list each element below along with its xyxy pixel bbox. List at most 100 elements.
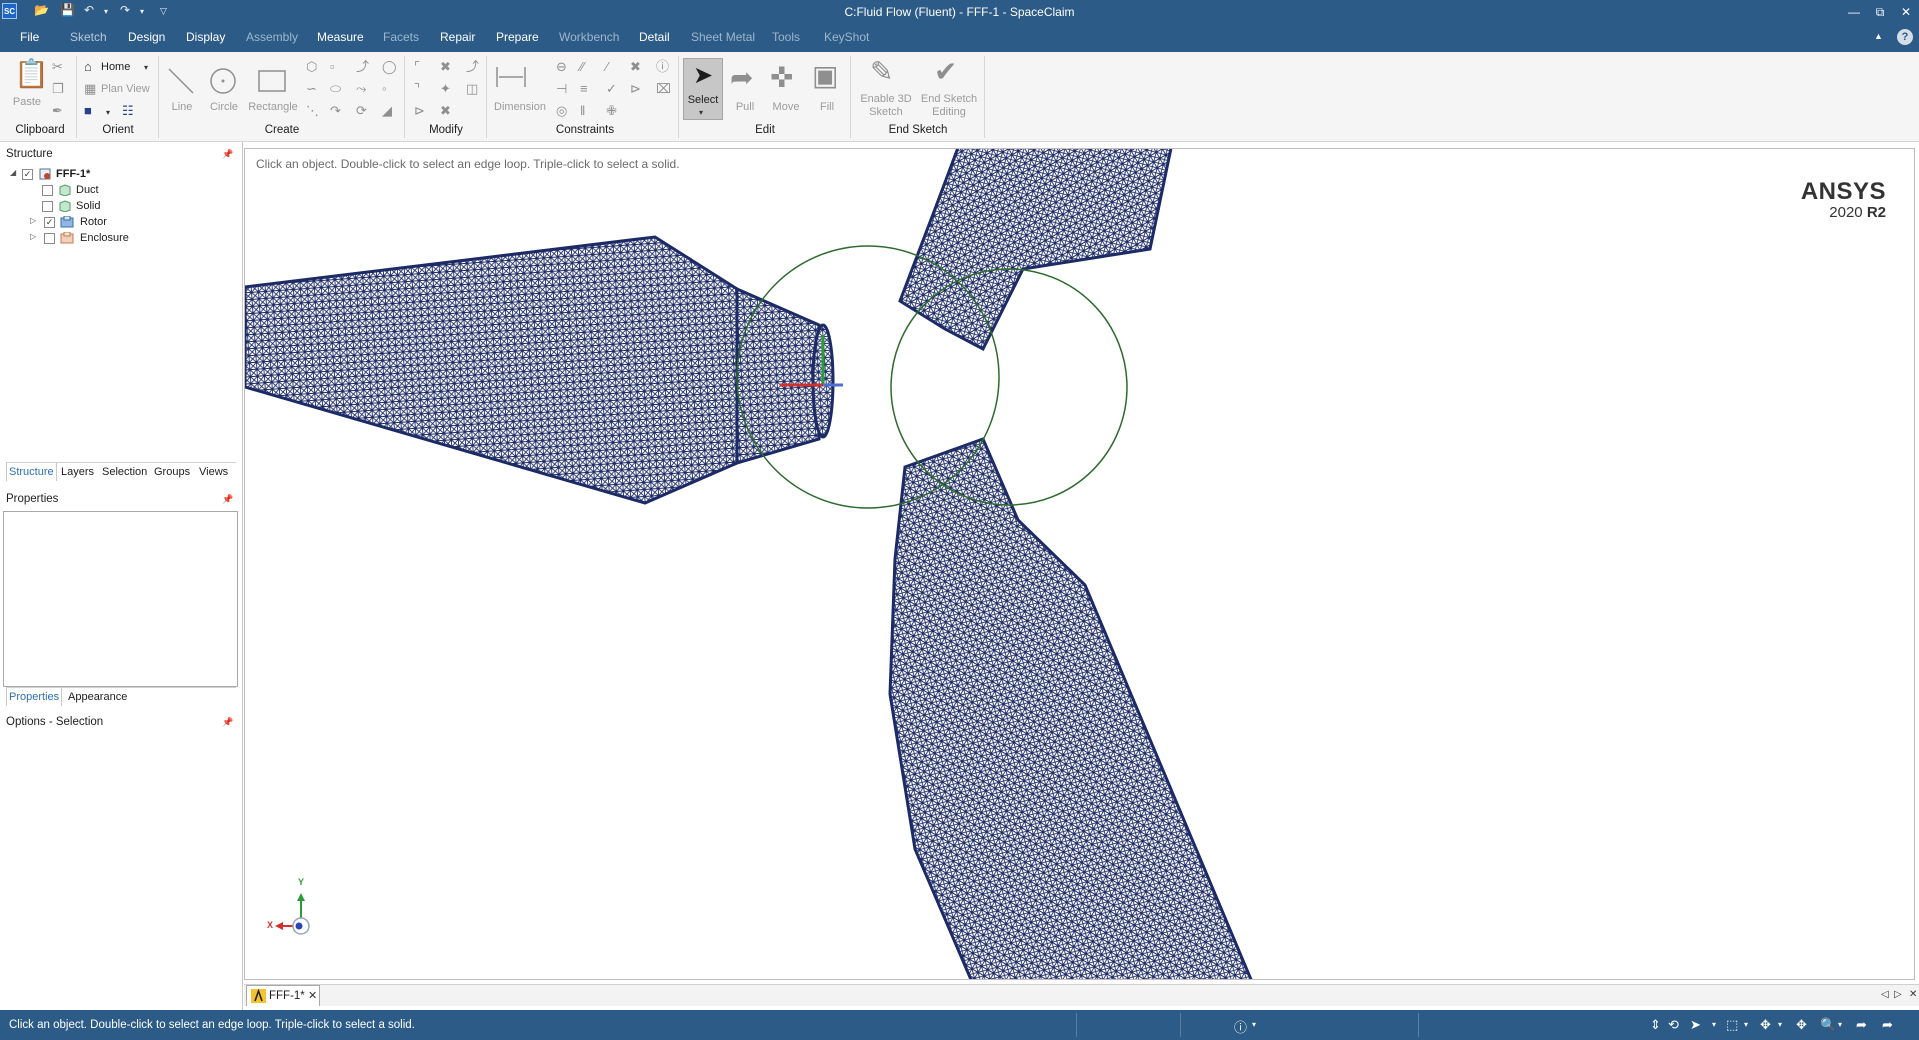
pin-icon[interactable]: 📌 [222, 149, 233, 160]
tangent-arc-icon[interactable]: ▫ [330, 60, 335, 73]
tab-facets[interactable]: Facets [383, 30, 419, 44]
ellipse-icon[interactable]: ◯ [382, 60, 397, 73]
tab-views[interactable]: Views [199, 466, 228, 478]
tab-appearance[interactable]: Appearance [68, 691, 127, 703]
slot-icon[interactable]: ⬭ [330, 82, 341, 95]
tab-display[interactable]: Display [186, 30, 225, 44]
enable-3d-sketch-button-line2[interactable]: Sketch [856, 106, 916, 118]
fill-button[interactable]: Fill [812, 101, 842, 113]
visibility-checkbox[interactable] [42, 185, 53, 196]
select-arrow-icon[interactable]: ➤ [693, 62, 713, 90]
close-tab-icon[interactable]: ✕ [308, 989, 317, 1002]
circle-button[interactable]: Circle [204, 101, 244, 113]
dimension-button[interactable]: Dimension [490, 101, 550, 113]
select-button[interactable]: Select [683, 94, 723, 106]
tab-selection[interactable]: Selection [102, 466, 147, 478]
collapse-ribbon-icon[interactable]: ▲ [1874, 31, 1883, 41]
home-button[interactable]: Home [101, 61, 130, 73]
horizontal-constraint-icon[interactable]: ⊖ [556, 60, 567, 73]
tab-detail[interactable]: Detail [639, 30, 670, 44]
tab-prepare[interactable]: Prepare [496, 30, 539, 44]
tab-design[interactable]: Design [128, 30, 165, 44]
midpoint-icon[interactable]: ⊣ [556, 82, 567, 95]
end-sketch-check-icon[interactable]: ✔ [934, 58, 957, 86]
box-select-dropdown-icon[interactable]: ▾ [1744, 1020, 1748, 1029]
format-painter-icon[interactable]: ✒ [52, 104, 63, 117]
remove-constraint-icon[interactable]: ⌧ [656, 82, 671, 95]
tab-tools[interactable]: Tools [772, 30, 800, 44]
point-icon[interactable]: ◦ [382, 82, 387, 95]
split-curve-icon[interactable]: ⤴ [466, 60, 479, 73]
concentric-icon[interactable]: ◎ [556, 104, 567, 117]
paste-icon[interactable]: 📋 [14, 60, 49, 88]
symmetric-icon[interactable]: ⊳ [630, 82, 641, 95]
home-icon[interactable]: ⌂ [84, 60, 92, 73]
plan-view-button[interactable]: Plan View [101, 83, 150, 95]
visibility-checkbox[interactable]: ✓ [44, 217, 55, 228]
help-icon[interactable]: ? [1897, 29, 1913, 45]
move-view-icon[interactable]: ✥ [1796, 1017, 1807, 1033]
close-doc-icon[interactable]: ✕ [1909, 989, 1917, 1000]
line-icon[interactable] [166, 66, 196, 96]
move-icon[interactable]: ✜ [770, 64, 793, 92]
shortcut-icon[interactable]: ➦ [1882, 1017, 1893, 1033]
scroll-tabs-left-icon[interactable]: ◁ [1881, 989, 1889, 1000]
create-rounded-corner-icon[interactable]: ⊳ [414, 104, 425, 117]
coincident-icon[interactable]: ∕ [606, 60, 608, 73]
tree-item-solid[interactable]: Solid [30, 200, 220, 214]
end-sketch-editing-button-line2[interactable]: Editing [918, 106, 980, 118]
tab-repair[interactable]: Repair [440, 30, 475, 44]
copy-icon[interactable]: ❐ [52, 82, 64, 95]
three-point-arc-icon[interactable]: ⤴ [356, 60, 369, 73]
pull-button[interactable]: Pull [730, 101, 760, 113]
line-button[interactable]: Line [166, 101, 198, 113]
collapse-icon[interactable]: ◢ [10, 168, 16, 177]
circle-icon[interactable] [208, 66, 238, 96]
visibility-checkbox[interactable] [42, 201, 53, 212]
pull-icon[interactable]: ➦ [730, 64, 753, 92]
pan-dropdown-icon[interactable]: ▾ [1778, 1020, 1782, 1029]
pan-icon[interactable]: ✥ [1760, 1017, 1771, 1033]
tree-item-enclosure[interactable]: ▷ Enclosure [30, 232, 220, 246]
snap-view-icon[interactable]: ☷ [122, 104, 134, 117]
tree-root[interactable]: ◢ ✓ FFF-1* [10, 168, 210, 182]
home-dropdown-icon[interactable]: ▾ [144, 61, 148, 74]
box-select-icon[interactable]: ⬚ [1726, 1017, 1738, 1033]
tree-item-duct[interactable]: Duct [30, 184, 220, 198]
tab-properties[interactable]: Properties [6, 688, 63, 706]
parallel-constraint-icon[interactable]: ∕∕ [580, 60, 584, 73]
arc-icon[interactable]: ↷ [330, 104, 341, 117]
tab-groups[interactable]: Groups [154, 466, 190, 478]
tab-keyshot[interactable]: KeyShot [824, 30, 869, 44]
dimension-icon[interactable] [494, 64, 528, 90]
offset-curve-icon[interactable]: ⌝ [414, 82, 420, 95]
doc-tab-fff-1[interactable]: FFF-1* ✕ [246, 985, 320, 1006]
enable-3d-sketch-icon[interactable]: ✎ [870, 58, 893, 86]
tab-measure[interactable]: Measure [317, 30, 364, 44]
model-canvas[interactable] [245, 149, 1915, 980]
pin-icon[interactable]: 📌 [222, 717, 233, 728]
select-mode-icon[interactable]: ➤ [1690, 1017, 1701, 1033]
move-button[interactable]: Move [766, 101, 806, 113]
tab-assembly[interactable]: Assembly [246, 30, 298, 44]
info-icon[interactable]: ⓘ [1234, 1017, 1247, 1036]
corner-icon[interactable]: ⌜ [414, 60, 420, 73]
sweep-arc-icon[interactable]: ⤳ [356, 82, 366, 95]
tab-structure[interactable]: Structure [6, 463, 57, 481]
view-dropdown-icon[interactable]: ▾ [106, 106, 110, 119]
tangent-icon[interactable]: ✓ [606, 82, 617, 95]
restore-icon[interactable]: ⧉ [1868, 2, 1892, 22]
bend-icon[interactable]: ◫ [466, 82, 478, 95]
tab-sketch[interactable]: Sketch [70, 30, 107, 44]
spline-icon[interactable]: ∽ [306, 82, 317, 95]
equal-icon[interactable]: ≡ [580, 82, 588, 95]
tab-layers[interactable]: Layers [61, 466, 94, 478]
rectangle-button[interactable]: Rectangle [246, 101, 300, 113]
tab-workbench[interactable]: Workbench [559, 30, 619, 44]
tree-item-rotor[interactable]: ▷ ✓ Rotor [30, 216, 220, 230]
tab-file[interactable]: File [20, 30, 39, 44]
expand-icon[interactable]: ▷ [30, 216, 36, 225]
trim-icon[interactable]: ✖ [440, 60, 451, 73]
design-viewport[interactable]: Y X Click an object. Double-click to sel… [244, 148, 1915, 980]
tab-sheet-metal[interactable]: Sheet Metal [691, 30, 755, 44]
